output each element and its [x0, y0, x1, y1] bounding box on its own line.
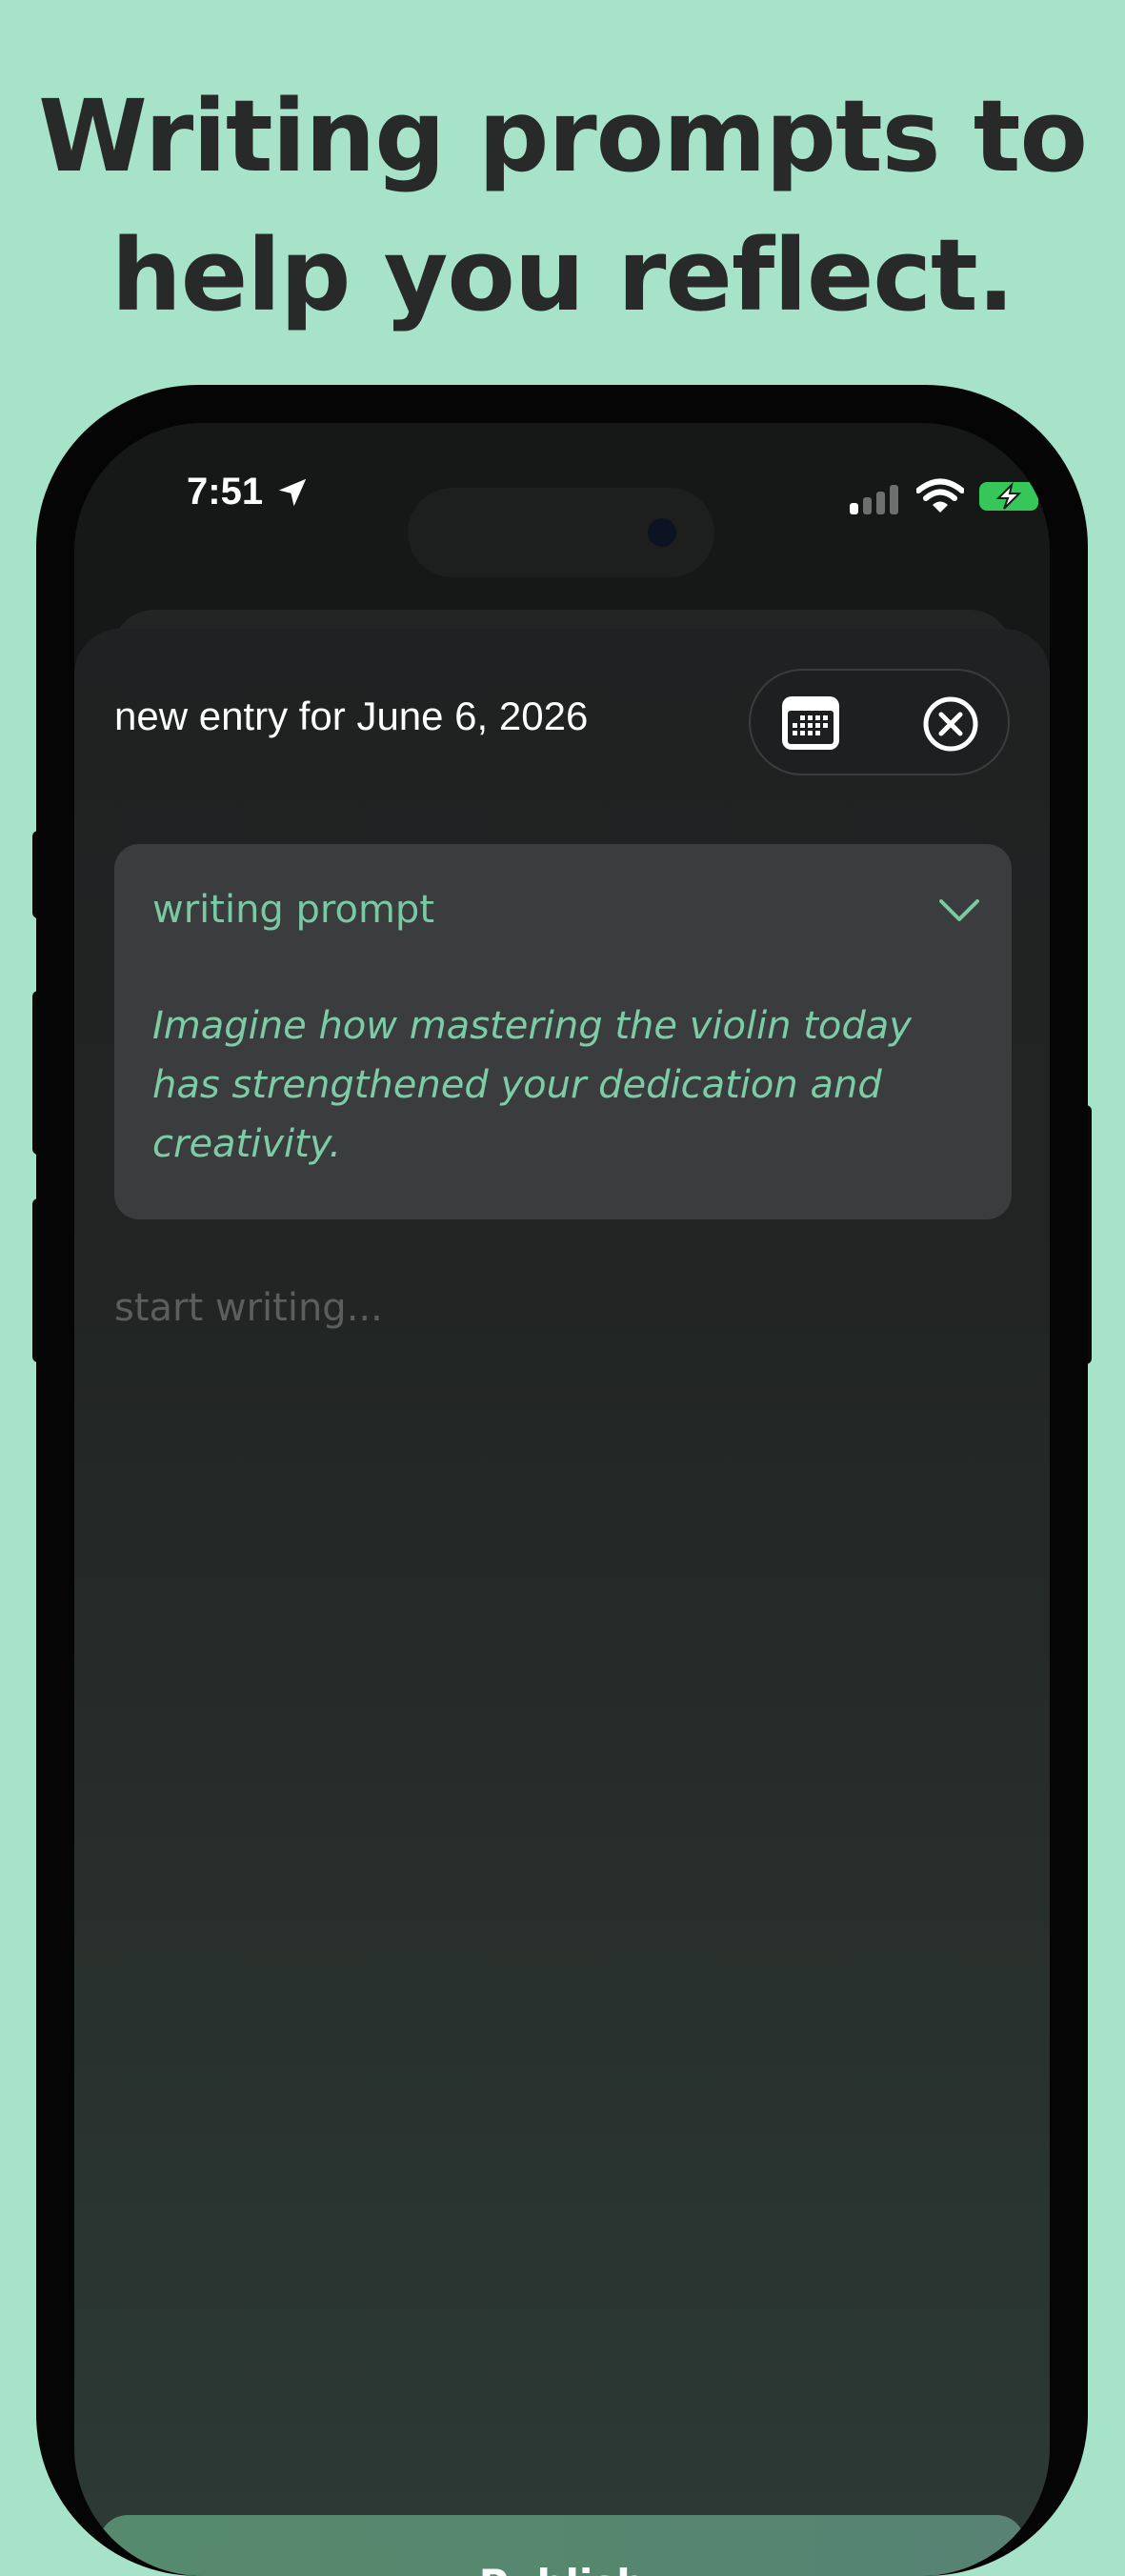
- camera-icon: [648, 518, 676, 547]
- phone-screen: 7:51 new entry for June 6, 2026 writing …: [74, 423, 1050, 2576]
- headline-line-2: help you reflect.: [110, 217, 1015, 333]
- wifi-icon: [916, 478, 964, 513]
- chevron-down-icon: [939, 899, 979, 921]
- battery-charging-icon: [979, 481, 1046, 511]
- calendar-icon: [782, 696, 839, 750]
- new-entry-sheet: new entry for June 6, 2026 writing promp…: [74, 629, 1050, 2576]
- close-circle-icon: [923, 696, 978, 752]
- dynamic-island: [408, 488, 714, 577]
- status-time: 7:51: [187, 471, 264, 513]
- phone-frame: 7:51 new entry for June 6, 2026 writing …: [36, 385, 1088, 2576]
- entry-title: new entry for June 6, 2026: [114, 694, 589, 738]
- prompt-text: Imagine how mastering the violin today h…: [152, 1004, 912, 1166]
- close-button[interactable]: [922, 695, 979, 753]
- publish-button[interactable]: Publish: [99, 2515, 1025, 2576]
- writing-placeholder: start writing...: [114, 1286, 383, 1330]
- marketing-headline: Writing prompts to help you reflect.: [0, 67, 1125, 345]
- entry-actions: [749, 669, 1010, 775]
- writing-prompt-card: writing prompt Imagine how mastering the…: [114, 844, 1012, 1219]
- cellular-signal-icon: [850, 485, 898, 514]
- status-bar: 7:51: [74, 423, 1050, 577]
- prompt-header: writing prompt: [152, 888, 434, 932]
- journal-text-area[interactable]: start writing...: [114, 1286, 1012, 2334]
- headline-line-1: Writing prompts to: [38, 78, 1088, 194]
- calendar-button[interactable]: [779, 694, 842, 753]
- location-arrow-icon: [278, 478, 307, 507]
- prompt-toggle-button[interactable]: [937, 896, 981, 924]
- publish-label: Publish: [99, 2561, 1025, 2576]
